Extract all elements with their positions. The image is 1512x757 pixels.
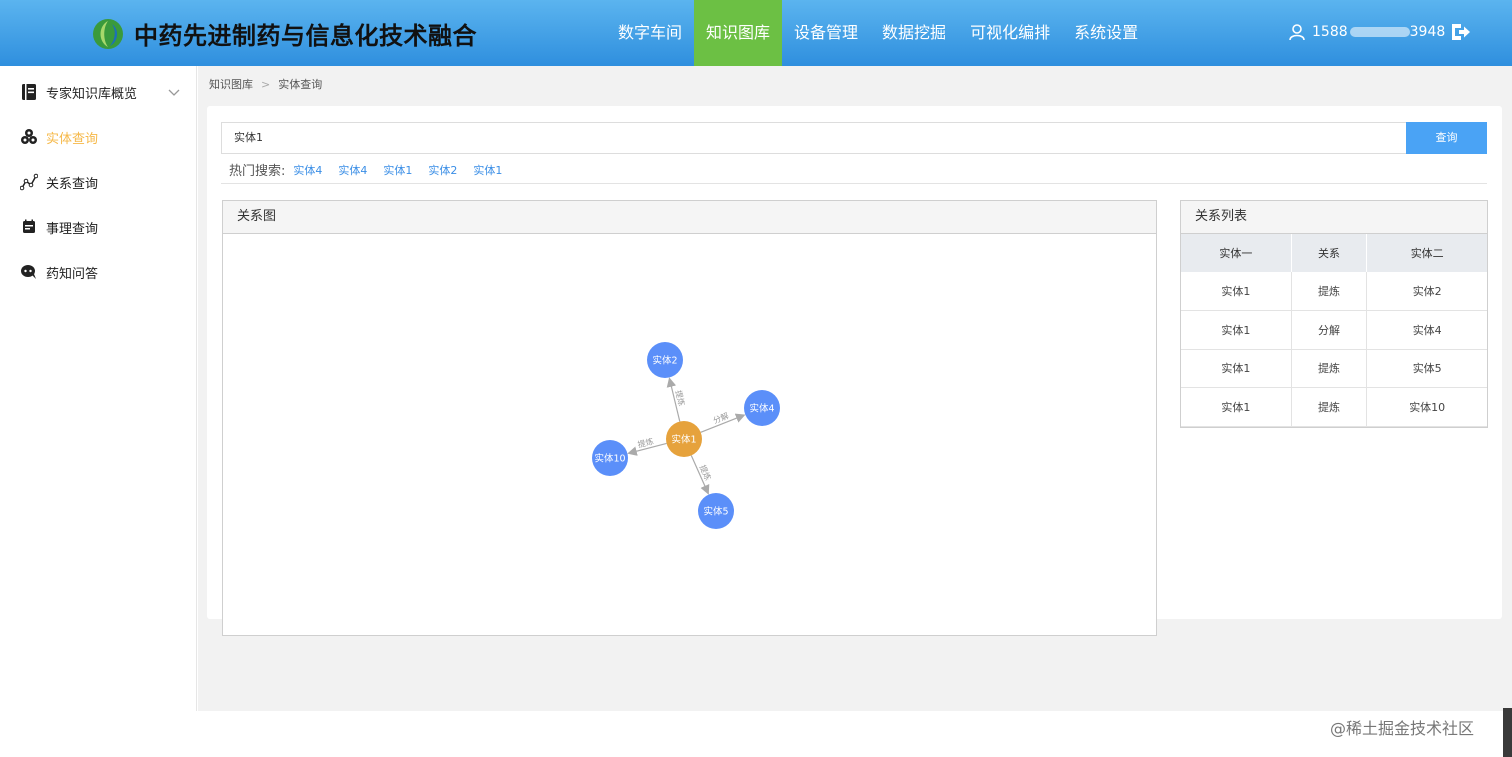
relation-graph[interactable]: 提炼分解提炼提炼 实体1实体2实体4实体5实体10 bbox=[223, 235, 1156, 635]
table-cell: 实体1 bbox=[1181, 387, 1292, 427]
graph-node-label: 实体2 bbox=[652, 355, 677, 367]
relation-list-title: 关系列表 bbox=[1181, 201, 1487, 234]
relation-table: 实体一 关系 实体二 实体1 提炼 实体2 实体1 分解 实体4 实体1 提炼 … bbox=[1181, 234, 1487, 427]
watermark: @稀土掘金技术社区 bbox=[1330, 719, 1475, 738]
table-cell: 实体10 bbox=[1366, 387, 1487, 427]
user-phone: 1588 3948 bbox=[1312, 24, 1446, 40]
table-row[interactable]: 实体1 提炼 实体10 bbox=[1181, 387, 1487, 427]
graph-node-label: 实体10 bbox=[594, 453, 625, 465]
graph-edge-label: 分解 bbox=[712, 410, 731, 425]
hot-search-link[interactable]: 实体1 bbox=[473, 162, 502, 178]
hot-search-link[interactable]: 实体2 bbox=[428, 162, 457, 178]
chat-robot-icon bbox=[20, 263, 38, 281]
sidebar: 专家知识库概览 实体查询 关系查询 事理查询 药知问答 bbox=[0, 66, 197, 711]
column-header: 关系 bbox=[1291, 234, 1368, 272]
nav-item-knowledge-graph[interactable]: 知识图库 bbox=[694, 0, 783, 66]
table-cell: 提炼 bbox=[1291, 349, 1368, 388]
sidebar-item-label: 实体查询 bbox=[46, 131, 99, 147]
user-icon bbox=[1289, 24, 1305, 41]
graph-node-label: 实体4 bbox=[749, 403, 774, 415]
hot-search-link[interactable]: 实体4 bbox=[293, 162, 322, 178]
table-cell: 分解 bbox=[1291, 310, 1368, 350]
chevron-down-icon[interactable] bbox=[168, 89, 180, 97]
graph-edge-label: 提炼 bbox=[698, 463, 714, 482]
relation-list-card: 关系列表 实体一 关系 实体二 实体1 提炼 实体2 实体1 分解 实体4 实体… bbox=[1180, 200, 1488, 428]
graph-node-label: 实体1 bbox=[671, 434, 696, 446]
breadcrumb-current: 实体查询 bbox=[278, 78, 323, 91]
sidebar-item-label: 药知问答 bbox=[46, 266, 99, 282]
nav-item-visual-orchestration[interactable]: 可视化编排 bbox=[958, 0, 1062, 66]
column-header: 实体二 bbox=[1366, 234, 1487, 272]
search-input[interactable]: 实体1 bbox=[221, 122, 1407, 154]
table-cell: 提炼 bbox=[1291, 387, 1368, 427]
sidebar-item-entity-query[interactable]: 实体查询 bbox=[20, 127, 98, 147]
search-button[interactable]: 查询 bbox=[1406, 122, 1487, 154]
table-cell: 提炼 bbox=[1291, 272, 1368, 311]
nav-item-device-management[interactable]: 设备管理 bbox=[782, 0, 870, 66]
breadcrumb: 知识图库 > 实体查询 bbox=[209, 78, 323, 91]
sidebar-item-relation-query[interactable]: 关系查询 bbox=[20, 172, 98, 192]
relation-line-icon bbox=[20, 173, 38, 191]
relation-graph-title: 关系图 bbox=[223, 201, 1156, 234]
table-cell: 实体1 bbox=[1181, 310, 1292, 350]
table-row[interactable]: 实体1 提炼 实体5 bbox=[1181, 349, 1487, 388]
sidebar-item-label: 关系查询 bbox=[46, 176, 99, 192]
table-cell: 实体1 bbox=[1181, 272, 1292, 311]
nav-item-digital-workshop[interactable]: 数字车间 bbox=[606, 0, 694, 66]
sidebar-item-qa[interactable]: 药知问答 bbox=[20, 262, 98, 282]
cubes-icon bbox=[20, 128, 38, 146]
table-cell: 实体5 bbox=[1366, 349, 1487, 388]
graph-node-label: 实体5 bbox=[703, 506, 728, 518]
breadcrumb-item[interactable]: 知识图库 bbox=[209, 78, 253, 91]
hot-search-label: 热门搜索: bbox=[229, 164, 286, 179]
app-logo-icon bbox=[93, 19, 123, 49]
table-row[interactable]: 实体1 分解 实体4 bbox=[1181, 310, 1487, 350]
nav-item-data-mining[interactable]: 数据挖掘 bbox=[870, 0, 958, 66]
hot-search-link[interactable]: 实体1 bbox=[383, 162, 412, 178]
user-info[interactable]: 1588 3948 bbox=[1288, 20, 1471, 44]
table-cell: 实体2 bbox=[1366, 272, 1487, 311]
sidebar-item-expert-overview[interactable]: 专家知识库概览 bbox=[20, 82, 137, 102]
relation-graph-card: 关系图 提炼 分解 提炼 提炼 实体1 实体2 实体4 实体5 实体10 bbox=[222, 200, 1157, 636]
nav-item-system-settings[interactable]: 系统设置 bbox=[1062, 0, 1150, 66]
table-row[interactable]: 实体1 提炼 实体2 bbox=[1181, 272, 1487, 311]
divider bbox=[221, 183, 1487, 184]
scrollbar[interactable] bbox=[1503, 708, 1512, 757]
table-cell: 实体4 bbox=[1366, 310, 1487, 350]
sidebar-item-label: 事理查询 bbox=[46, 221, 99, 237]
table-cell: 实体1 bbox=[1181, 349, 1292, 388]
sidebar-item-event-query[interactable]: 事理查询 bbox=[20, 217, 98, 237]
sidebar-item-label: 专家知识库概览 bbox=[46, 86, 138, 102]
main-content: 知识图库 > 实体查询 实体1 查询 热门搜索: 实体4 实体4 实体1 实体2 实… bbox=[198, 66, 1512, 711]
book-icon bbox=[20, 83, 38, 101]
app-title: 中药先进制药与信息化技术融合 bbox=[134, 22, 477, 50]
logout-icon[interactable] bbox=[1449, 21, 1471, 43]
top-header: 中药先进制药与信息化技术融合 数字车间 知识图库 设备管理 数据挖掘 可视化编排… bbox=[0, 0, 1512, 66]
hot-search: 热门搜索: 实体4 实体4 实体1 实体2 实体1 bbox=[229, 160, 518, 180]
column-header: 实体一 bbox=[1181, 234, 1292, 272]
calendar-icon bbox=[20, 218, 38, 236]
top-nav: 数字车间 知识图库 设备管理 数据挖掘 可视化编排 系统设置 bbox=[606, 0, 1150, 66]
hot-search-link[interactable]: 实体4 bbox=[338, 162, 367, 178]
